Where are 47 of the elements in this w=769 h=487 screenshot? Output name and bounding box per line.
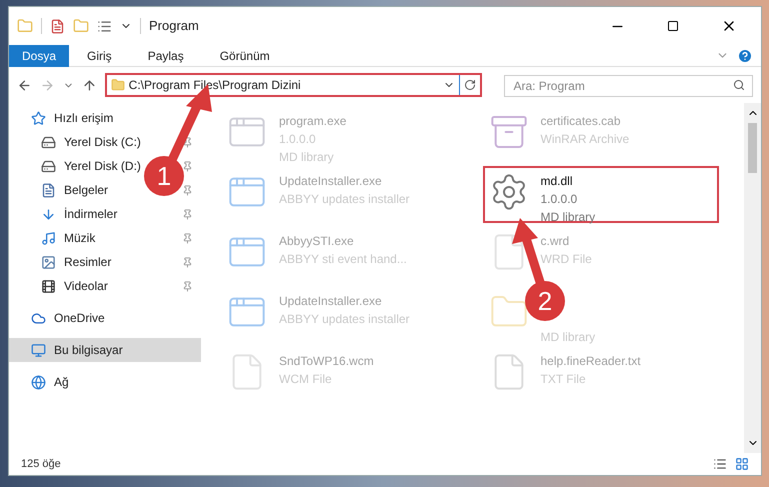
picture-icon	[41, 254, 56, 270]
sidebar-item[interactable]: Yerel Disk (C:)	[41, 133, 141, 151]
sidebar-item[interactable]: Hızlı erişim	[31, 109, 114, 127]
sidebar-item[interactable]: Belgeler	[41, 181, 108, 199]
scrollbar[interactable]	[744, 103, 761, 453]
ribbon-tab[interactable]: Paylaş	[134, 44, 197, 66]
address-path: C:\Program Files\Program Dizini	[128, 77, 302, 94]
sidebar-item[interactable]: Müzik	[41, 229, 96, 247]
ribbon-tab[interactable]: Dosya	[9, 44, 70, 66]
folder-icon	[110, 78, 125, 92]
music-note-icon	[41, 230, 56, 246]
maximize-icon[interactable]	[667, 20, 679, 32]
customize-icon[interactable]	[97, 18, 112, 34]
address-field[interactable]: C:\Program Files\Program Dizini	[104, 73, 482, 97]
sidebar-item[interactable]: OneDrive	[31, 309, 105, 327]
refresh-icon[interactable]	[464, 79, 476, 91]
sidebar-item[interactable]: Yerel Disk (D:)	[41, 157, 141, 175]
star-icon	[31, 110, 46, 126]
up-icon[interactable]	[82, 78, 97, 92]
item-count: 125 öğe	[21, 456, 61, 472]
window-title: Program	[149, 17, 199, 36]
drive-icon	[41, 134, 56, 150]
ribbon-tab[interactable]: Görünüm	[206, 44, 283, 66]
scrollbar-thumb[interactable]	[748, 123, 757, 173]
download-icon	[41, 206, 56, 222]
file-detail: 1.0.0.0	[540, 191, 578, 208]
sidebar-item[interactable]: İndirmeler	[41, 205, 118, 223]
search-field[interactable]: Ara: Program	[504, 75, 753, 97]
sidebar-item[interactable]: Ağ	[31, 373, 69, 391]
large-icons-view-icon[interactable]	[735, 457, 749, 471]
file-detail: MD library	[540, 209, 596, 226]
file-name[interactable]: md.dll	[540, 172, 596, 190]
globe-icon	[31, 374, 46, 390]
sidebar-item[interactable]: Resimler	[41, 253, 112, 271]
ribbon-tab[interactable]: Giriş	[74, 44, 125, 66]
search-icon	[732, 79, 745, 91]
drive-icon	[41, 158, 56, 174]
cloud-icon	[31, 310, 46, 326]
properties-icon[interactable]	[50, 18, 65, 34]
film-icon	[41, 278, 56, 294]
sidebar-item[interactable]: Videolar	[41, 277, 108, 295]
folder-icon	[17, 18, 33, 34]
monitor-icon	[31, 342, 46, 358]
back-icon[interactable]	[17, 78, 32, 92]
document-icon	[41, 182, 56, 198]
details-view-icon[interactable]	[713, 457, 727, 471]
help-icon[interactable]	[737, 48, 753, 64]
